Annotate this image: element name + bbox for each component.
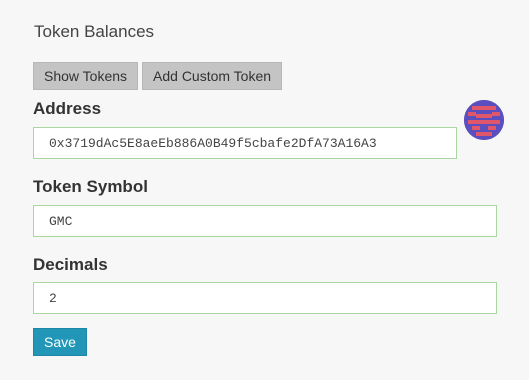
decimals-label: Decimals bbox=[33, 255, 108, 274]
panel-title: Token Balances bbox=[34, 22, 155, 41]
show-tokens-button[interactable]: Show Tokens bbox=[33, 62, 139, 90]
token-symbol-input[interactable] bbox=[33, 205, 497, 237]
decimals-input[interactable] bbox=[33, 282, 497, 314]
address-label: Address bbox=[33, 99, 102, 118]
identicon-icon bbox=[464, 100, 504, 140]
identicon-pattern bbox=[464, 100, 504, 140]
add-custom-token-button[interactable]: Add Custom Token bbox=[142, 62, 283, 90]
address-input[interactable] bbox=[33, 127, 457, 159]
token-symbol-label: Token Symbol bbox=[33, 177, 148, 196]
save-button[interactable]: Save bbox=[33, 328, 87, 356]
token-tabs: Show Tokens Add Custom Token bbox=[33, 62, 283, 90]
